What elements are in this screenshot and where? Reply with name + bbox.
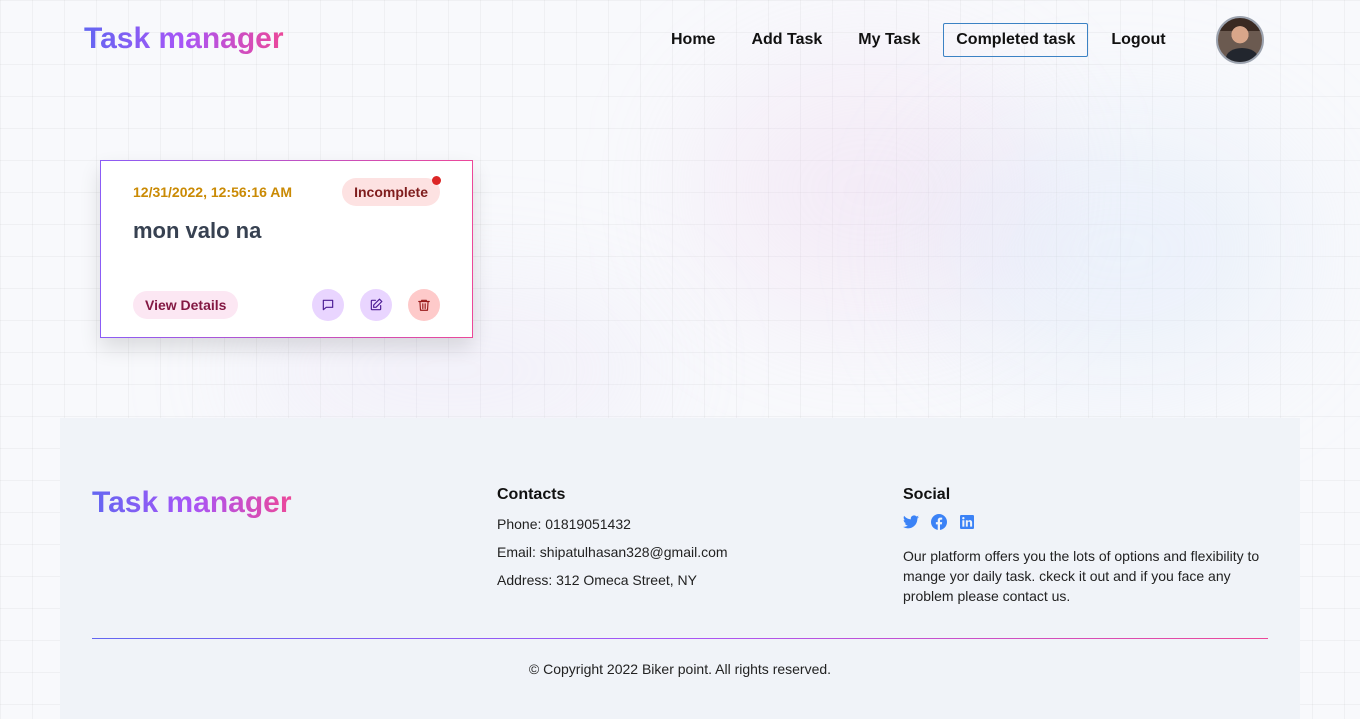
linkedin-link[interactable] [959, 514, 975, 530]
social-title: Social [903, 486, 951, 503]
nav-add-task[interactable]: Add Task [738, 23, 835, 57]
twitter-link[interactable] [903, 514, 919, 530]
trash-icon [418, 299, 430, 311]
facebook-icon [931, 514, 947, 530]
social-icons [903, 514, 987, 530]
comment-button[interactable] [312, 289, 344, 321]
footer: Task manager Contacts Phone: 01819051432… [60, 418, 1300, 719]
nav-completed-task[interactable]: Completed task [943, 23, 1089, 57]
contacts-title: Contacts [497, 486, 566, 503]
edit-button[interactable] [360, 289, 392, 321]
footer-brand: Task manager [92, 486, 292, 519]
nav-home[interactable]: Home [658, 23, 728, 57]
status-dot [432, 176, 441, 185]
status-label: Incomplete [354, 184, 428, 200]
background-glow [940, 120, 1300, 380]
twitter-icon [903, 515, 919, 529]
contact-address: Address: 312 Omeca Street, NY [497, 572, 697, 588]
navbar: Task manager Home Add Task My Task Compl… [0, 0, 1360, 82]
view-details-button[interactable]: View Details [133, 291, 239, 319]
footer-divider [92, 638, 1268, 639]
user-avatar[interactable] [1216, 16, 1264, 64]
facebook-link[interactable] [931, 514, 947, 530]
contact-email: Email: shipatulhasan328@gmail.com [497, 544, 728, 560]
footer-about: Our platform offers you the lots of opti… [903, 548, 1260, 604]
task-title: mon valo na [133, 218, 262, 243]
brand-logo[interactable]: Task manager [84, 22, 284, 56]
nav-links: Home Add Task My Task Completed task Log… [658, 23, 1189, 57]
nav-logout[interactable]: Logout [1098, 23, 1178, 57]
delete-button[interactable] [408, 289, 440, 321]
status-badge: Incomplete [342, 176, 441, 206]
avatar-shirt [1226, 48, 1258, 62]
task-card: 12/31/2022, 12:56:16 AM Incomplete mon v… [100, 160, 473, 338]
linkedin-icon [960, 515, 974, 529]
contact-phone: Phone: 01819051432 [497, 516, 631, 532]
comment-icon [322, 299, 334, 311]
copyright: © Copyright 2022 Biker point. All rights… [528, 661, 832, 677]
nav-my-task[interactable]: My Task [845, 23, 933, 57]
task-date: 12/31/2022, 12:56:16 AM [133, 184, 293, 200]
background-glow [700, 60, 1040, 320]
edit-icon [370, 298, 383, 311]
